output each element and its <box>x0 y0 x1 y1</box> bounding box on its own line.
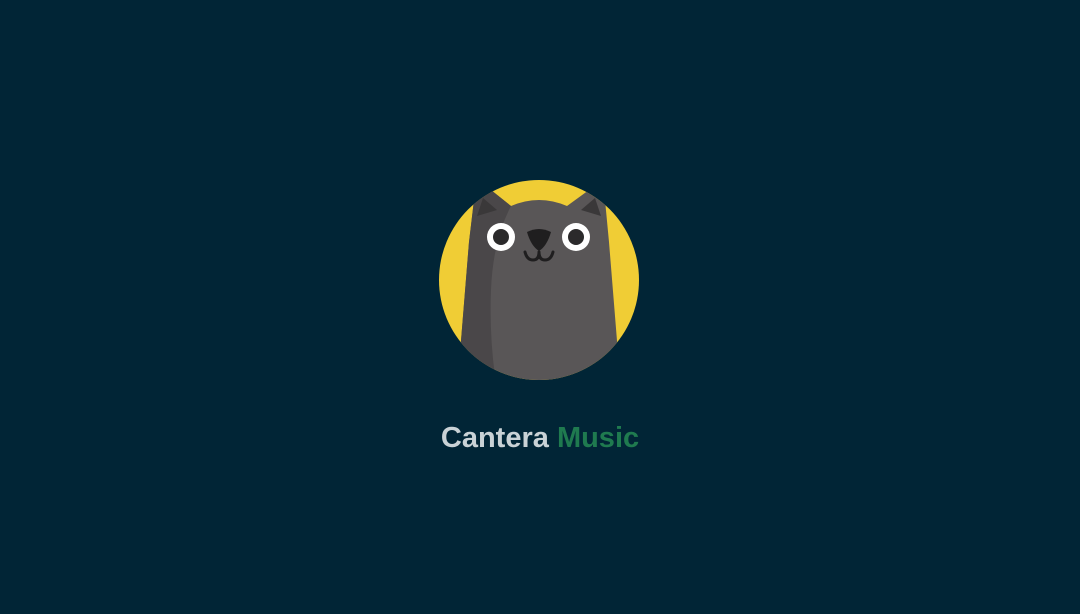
app-name-primary: Cantera <box>440 422 549 454</box>
app-logo <box>439 180 639 380</box>
cat-face-icon <box>439 180 639 380</box>
splash-screen: Cantera Music <box>0 0 1080 614</box>
app-name-accent: Music <box>556 422 640 454</box>
app-name: Cantera Music <box>0 420 1080 456</box>
right-pupil <box>568 229 584 245</box>
left-pupil <box>493 229 509 245</box>
